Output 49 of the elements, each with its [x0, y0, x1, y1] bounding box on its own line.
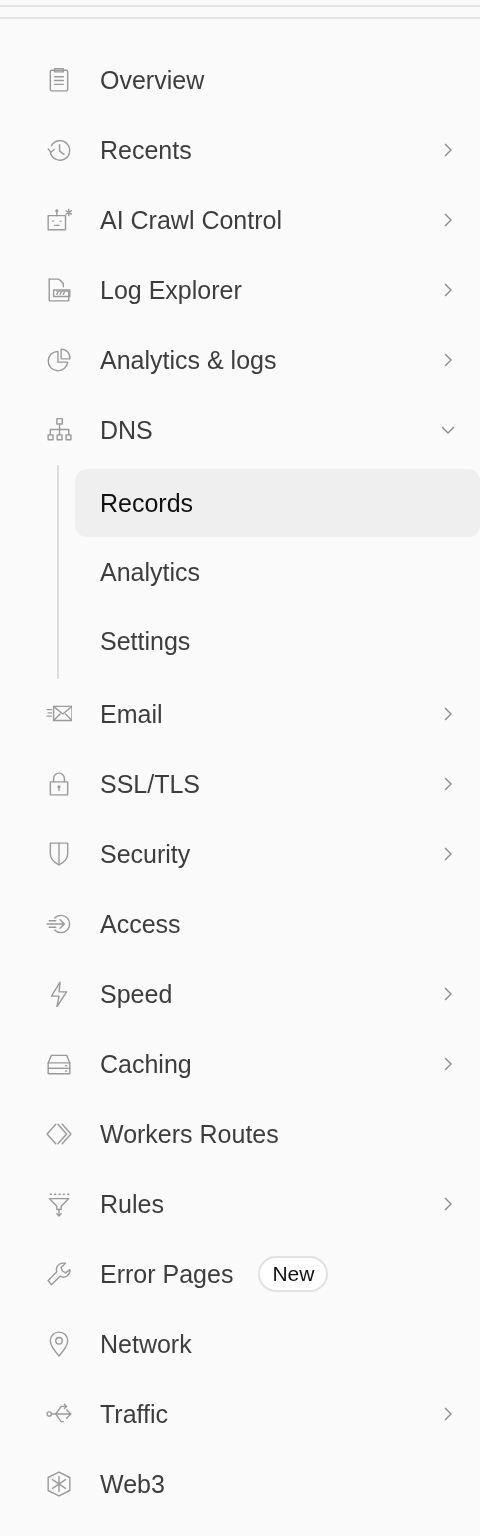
- nav-item[interactable]: Speed: [0, 959, 480, 1029]
- nav-label: Analytics & logs: [100, 345, 277, 375]
- sitemap-icon: [46, 417, 72, 443]
- nav-label: Speed: [100, 979, 173, 1009]
- nav-item[interactable]: Network: [0, 1309, 480, 1379]
- document-icon: [46, 277, 72, 303]
- nav-item[interactable]: Recents: [0, 115, 480, 185]
- nav-item[interactable]: Access: [0, 889, 480, 959]
- nav-item[interactable]: AI Crawl Control: [0, 185, 480, 255]
- nav-label: SSL/TLS: [100, 769, 201, 799]
- nav-label: Log Explorer: [100, 275, 242, 305]
- nav-label: DNS: [100, 415, 153, 445]
- nav-label: Security: [100, 839, 191, 869]
- new-badge: New: [258, 1256, 329, 1292]
- nav-item[interactable]: Caching: [0, 1029, 480, 1099]
- nav-item[interactable]: Security: [0, 819, 480, 889]
- nav-item[interactable]: Error Pages New: [0, 1239, 480, 1309]
- nav-item[interactable]: Email: [0, 679, 480, 749]
- nav-label: Overview: [100, 65, 205, 95]
- nav-label: Web3: [100, 1469, 165, 1499]
- nav-label: Email: [100, 699, 163, 729]
- nav-item[interactable]: SSL/TLS: [0, 749, 480, 819]
- nav-item[interactable]: Analytics & logs: [0, 325, 480, 395]
- nav-label: Access: [100, 909, 181, 939]
- nav-item[interactable]: Overview: [0, 45, 480, 115]
- cube-icon: [46, 1471, 72, 1497]
- nav-label: AI Crawl Control: [100, 205, 282, 235]
- nav-item[interactable]: Log Explorer: [0, 255, 480, 325]
- nav-label: Workers Routes: [100, 1119, 279, 1149]
- pie-chart-icon: [46, 347, 72, 373]
- funnel-icon: [46, 1191, 72, 1217]
- nav-item[interactable]: DNS: [0, 395, 480, 465]
- nav-item[interactable]: Workers Routes: [0, 1099, 480, 1169]
- nav-label: Error Pages: [100, 1259, 234, 1289]
- nav-label: Recents: [100, 135, 192, 165]
- sub-nav-item[interactable]: Records: [75, 469, 480, 537]
- nav-label: Network: [100, 1329, 192, 1359]
- sub-nav-item[interactable]: Settings: [75, 607, 480, 675]
- nav-item[interactable]: Web3: [0, 1449, 480, 1519]
- nav-label: Traffic: [100, 1399, 169, 1429]
- nav-label: Rules: [100, 1189, 164, 1219]
- nav-item[interactable]: Traffic: [0, 1379, 480, 1449]
- code-brackets-icon: [46, 1121, 72, 1147]
- robot-icon: [46, 207, 72, 233]
- sub-nav-item[interactable]: Analytics: [75, 538, 480, 606]
- nav-item[interactable]: Rules: [0, 1169, 480, 1239]
- nav-label: Caching: [100, 1049, 192, 1079]
- wrench-icon: [46, 1261, 72, 1287]
- clock-icon: [46, 137, 72, 163]
